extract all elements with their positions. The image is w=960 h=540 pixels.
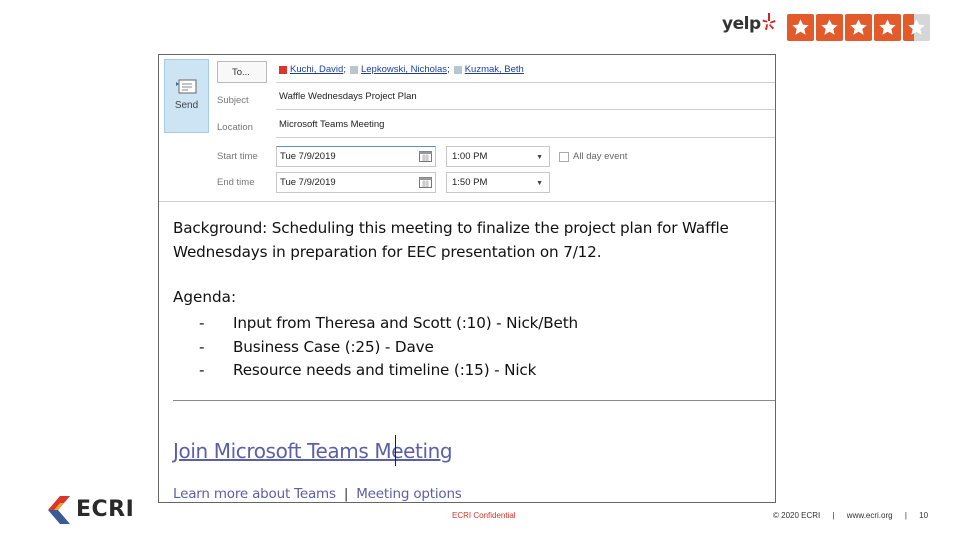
agenda-item: - Resource needs and timeline (:15) - Ni… (199, 361, 537, 380)
location-label: Location (217, 122, 253, 133)
text-cursor (395, 435, 396, 466)
half-star-icon (903, 14, 930, 41)
agenda-item: - Input from Theresa and Scott (:10) - N… (199, 313, 579, 332)
join-teams-meeting-link[interactable]: Join Microsoft Teams Meeting (173, 439, 453, 463)
yelp-wordmark: yelp (722, 14, 761, 34)
copyright: © 2020 ECRI (773, 511, 821, 520)
page-number: 10 (919, 511, 929, 520)
send-button[interactable]: Send (164, 59, 209, 133)
recipient[interactable]: Lepkowski, Nicholas ; (349, 64, 454, 75)
end-date-field[interactable]: Tue 7/9/2019 (276, 172, 436, 193)
presence-icon (279, 65, 287, 74)
all-day-label: All day event (573, 151, 628, 162)
calendar-icon[interactable] (419, 150, 432, 162)
presence-icon (349, 65, 358, 74)
calendar-icon[interactable] (419, 176, 432, 188)
to-button[interactable]: To... (217, 61, 267, 83)
all-day-event[interactable]: All day event (559, 151, 627, 162)
send-label: Send (174, 100, 199, 111)
confidential-label: ECRI Confidential (452, 511, 516, 520)
header-divider (159, 201, 775, 202)
star-icon (845, 14, 872, 41)
recipient-name[interactable]: Kuzmak, Beth (465, 64, 524, 75)
send-envelope-icon (175, 79, 196, 94)
learn-more-link[interactable]: Learn more about Teams (173, 486, 336, 502)
chevron-down-icon[interactable]: ▼ (536, 154, 543, 161)
yelp-burst-icon (762, 13, 776, 30)
star-icon (874, 14, 901, 41)
subject-label: Subject (217, 95, 249, 106)
recipient-name[interactable]: Lepkowski, Nicholas (361, 64, 447, 75)
ecri-logo-text: ECRI (76, 496, 135, 522)
chevron-down-icon[interactable]: ▼ (536, 180, 543, 187)
website: www.ecri.org (846, 511, 893, 520)
recipient[interactable]: Kuzmak, Beth (453, 64, 524, 75)
yelp-logo: yelp (722, 13, 776, 34)
subject-field[interactable]: Waffle Wednesdays Project Plan (276, 91, 775, 110)
start-time-value: 1:00 PM (452, 151, 488, 162)
body-divider (173, 400, 775, 401)
agenda-title: Agenda: (173, 288, 237, 306)
presence-icon (453, 65, 462, 74)
end-time-value: 1:50 PM (452, 177, 488, 188)
location-field[interactable]: Microsoft Teams Meeting (276, 119, 775, 138)
agenda-item-text: Resource needs and timeline (:15) - Nick (233, 361, 537, 380)
start-date-value: Tue 7/9/2019 (280, 151, 336, 162)
agenda-list: - Input from Theresa and Scott (:10) - N… (199, 311, 578, 382)
footer-info: © 2020 ECRI | www.ecri.org | 10 (773, 511, 929, 520)
recipient-name[interactable]: Kuchi, David (290, 64, 343, 75)
teams-sublinks: Learn more about Teams | Meeting options (173, 486, 462, 502)
agenda-item: - Business Case (:25) - Dave (199, 337, 434, 356)
meeting-request-window: Send To... Kuchi, David ; Lepkowski, Nic… (158, 54, 776, 503)
start-time-select[interactable]: 1:00 PM ▼ (446, 146, 550, 167)
ecri-logo: ECRI (46, 492, 134, 526)
agenda-item-text: Business Case (:25) - Dave (233, 337, 434, 356)
start-time-label: Start time (217, 151, 258, 162)
agenda-item-text: Input from Theresa and Scott (:10) - Nic… (233, 313, 579, 332)
end-time-select[interactable]: 1:50 PM ▼ (446, 172, 550, 193)
star-icon (816, 14, 843, 41)
end-time-label: End time (217, 177, 255, 188)
ecri-logo-icon (48, 496, 70, 524)
all-day-checkbox[interactable] (559, 151, 569, 162)
meeting-options-link[interactable]: Meeting options (356, 486, 462, 502)
star-icon (787, 14, 814, 41)
start-date-field[interactable]: Tue 7/9/2019 (276, 146, 436, 167)
end-date-value: Tue 7/9/2019 (280, 177, 336, 188)
star-rating (787, 14, 932, 41)
background-paragraph[interactable]: Background: Scheduling this meeting to f… (173, 217, 753, 264)
to-field[interactable]: Kuchi, David ; Lepkowski, Nicholas ; Kuz… (276, 64, 775, 83)
recipient[interactable]: Kuchi, David ; (279, 64, 350, 75)
